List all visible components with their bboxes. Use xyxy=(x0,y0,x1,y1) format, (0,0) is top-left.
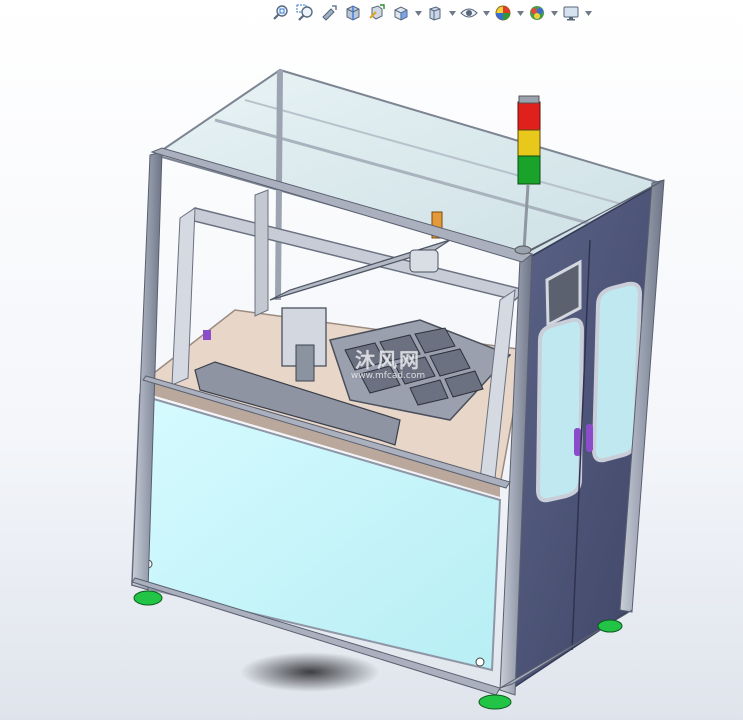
signal-tower-cap xyxy=(518,95,540,104)
leveling-foot xyxy=(597,619,623,633)
panel-screw xyxy=(475,657,485,667)
graphics-viewport[interactable] xyxy=(0,0,743,720)
signal-light-yellow xyxy=(517,129,541,157)
purple-sensor xyxy=(203,330,211,340)
motor xyxy=(409,249,439,273)
leveling-foot xyxy=(478,694,512,710)
floor-shadow xyxy=(240,652,380,692)
gantry-leg-back xyxy=(254,189,269,317)
signal-tower-base xyxy=(514,245,532,255)
gripper xyxy=(295,344,315,382)
side-window-left xyxy=(535,317,585,503)
door-handle[interactable] xyxy=(586,424,593,452)
leveling-foot xyxy=(133,590,163,606)
signal-light-green xyxy=(517,155,541,185)
signal-light-red xyxy=(517,101,541,131)
door-handle[interactable] xyxy=(574,428,581,456)
